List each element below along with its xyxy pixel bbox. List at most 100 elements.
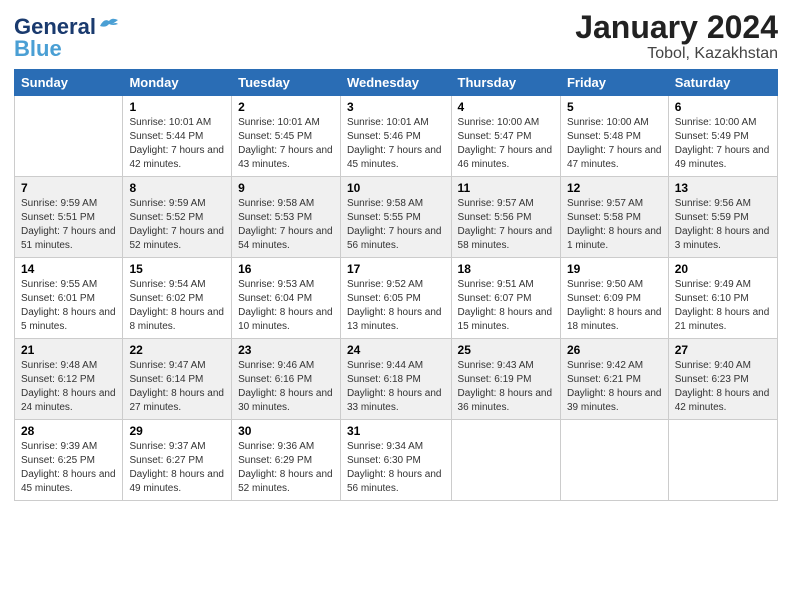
cell-w5-d4: 31 Sunrise: 9:34 AMSunset: 6:30 PMDayligh…: [340, 420, 451, 501]
cell-w2-d5: 11Sunrise: 9:57 AMSunset: 5:56 PMDayligh…: [451, 177, 560, 258]
cell-w3-d2: 15 Sunrise: 9:54 AMSunset: 6:02 PMDayligh…: [123, 258, 232, 339]
cell-w4-d3: 23 Sunrise: 9:46 AMSunset: 6:16 PMDayligh…: [232, 339, 341, 420]
day-number: 30: [238, 424, 334, 438]
cell-w3-d3: 16Sunrise: 9:53 AMSunset: 6:04 PMDayligh…: [232, 258, 341, 339]
day-info: Sunrise: 9:36 AMSunset: 6:29 PMDaylight:…: [238, 440, 334, 496]
day-info: Sunrise: 10:01 AMSunset: 5:45 PMDaylight…: [238, 116, 334, 172]
header-saturday: Saturday: [668, 70, 777, 96]
day-number: 8: [129, 181, 225, 195]
day-number: 11: [458, 181, 554, 195]
day-number: 29: [129, 424, 225, 438]
day-info: Sunrise: 9:54 AMSunset: 6:02 PMDaylight:…: [129, 278, 225, 334]
week-row-4: 21 Sunrise: 9:48 AMSunset: 6:12 PMDayligh…: [15, 339, 778, 420]
cell-w3-d4: 17 Sunrise: 9:52 AMSunset: 6:05 PMDayligh…: [340, 258, 451, 339]
cell-w1-d3: 2Sunrise: 10:01 AMSunset: 5:45 PMDayligh…: [232, 96, 341, 177]
day-number: 10: [347, 181, 445, 195]
day-info: Sunrise: 9:43 AMSunset: 6:19 PMDaylight:…: [458, 359, 554, 415]
calendar-title: January 2024: [575, 10, 778, 45]
cell-w2-d6: 12Sunrise: 9:57 AMSunset: 5:58 PMDayligh…: [560, 177, 668, 258]
day-info: Sunrise: 9:49 AMSunset: 6:10 PMDaylight:…: [675, 278, 771, 334]
day-info: Sunrise: 9:58 AMSunset: 5:53 PMDaylight:…: [238, 197, 334, 253]
day-info: Sunrise: 9:58 AMSunset: 5:55 PMDaylight:…: [347, 197, 445, 253]
cell-w4-d5: 25 Sunrise: 9:43 AMSunset: 6:19 PMDayligh…: [451, 339, 560, 420]
day-info: Sunrise: 10:01 AMSunset: 5:44 PMDaylight…: [129, 116, 225, 172]
cell-w5-d2: 29 Sunrise: 9:37 AMSunset: 6:27 PMDayligh…: [123, 420, 232, 501]
page-container: General Blue January 2024 Tobol, Kazakhs…: [0, 0, 792, 511]
calendar-table: Sunday Monday Tuesday Wednesday Thursday…: [14, 69, 778, 501]
day-info: Sunrise: 9:51 AMSunset: 6:07 PMDaylight:…: [458, 278, 554, 334]
cell-w1-d2: 1 Sunrise: 10:01 AMSunset: 5:44 PMDayligh…: [123, 96, 232, 177]
cell-w1-d6: 5Sunrise: 10:00 AMSunset: 5:48 PMDayligh…: [560, 96, 668, 177]
day-info: Sunrise: 9:37 AMSunset: 6:27 PMDaylight:…: [129, 440, 225, 496]
day-number: 3: [347, 100, 445, 114]
cell-w1-d7: 6Sunrise: 10:00 AMSunset: 5:49 PMDayligh…: [668, 96, 777, 177]
header-sunday: Sunday: [15, 70, 123, 96]
day-number: 13: [675, 181, 771, 195]
cell-w5-d6: [560, 420, 668, 501]
day-number: 23: [238, 343, 334, 357]
cell-w2-d3: 9 Sunrise: 9:58 AMSunset: 5:53 PMDaylight…: [232, 177, 341, 258]
day-info: Sunrise: 9:55 AMSunset: 6:01 PMDaylight:…: [21, 278, 116, 334]
day-info: Sunrise: 9:59 AMSunset: 5:51 PMDaylight:…: [21, 197, 116, 253]
day-number: 24: [347, 343, 445, 357]
cell-w4-d1: 21 Sunrise: 9:48 AMSunset: 6:12 PMDayligh…: [15, 339, 123, 420]
cell-w5-d5: [451, 420, 560, 501]
cell-w2-d2: 8 Sunrise: 9:59 AMSunset: 5:52 PMDaylight…: [123, 177, 232, 258]
day-info: Sunrise: 9:56 AMSunset: 5:59 PMDaylight:…: [675, 197, 771, 253]
day-info: Sunrise: 9:48 AMSunset: 6:12 PMDaylight:…: [21, 359, 116, 415]
logo: General Blue: [14, 10, 120, 62]
header-thursday: Thursday: [451, 70, 560, 96]
day-number: 21: [21, 343, 116, 357]
day-info: Sunrise: 9:53 AMSunset: 6:04 PMDaylight:…: [238, 278, 334, 334]
day-number: 31: [347, 424, 445, 438]
cell-w5-d3: 30 Sunrise: 9:36 AMSunset: 6:29 PMDayligh…: [232, 420, 341, 501]
cell-w4-d4: 24Sunrise: 9:44 AMSunset: 6:18 PMDayligh…: [340, 339, 451, 420]
day-number: 27: [675, 343, 771, 357]
header-friday: Friday: [560, 70, 668, 96]
cell-w5-d7: [668, 420, 777, 501]
header-tuesday: Tuesday: [232, 70, 341, 96]
day-info: Sunrise: 10:01 AMSunset: 5:46 PMDaylight…: [347, 116, 445, 172]
cell-w2-d1: 7Sunrise: 9:59 AMSunset: 5:51 PMDaylight…: [15, 177, 123, 258]
week-row-2: 7Sunrise: 9:59 AMSunset: 5:51 PMDaylight…: [15, 177, 778, 258]
day-number: 22: [129, 343, 225, 357]
cell-w2-d7: 13 Sunrise: 9:56 AMSunset: 5:59 PMDayligh…: [668, 177, 777, 258]
day-number: 18: [458, 262, 554, 276]
calendar-subtitle: Tobol, Kazakhstan: [575, 45, 778, 63]
day-info: Sunrise: 9:52 AMSunset: 6:05 PMDaylight:…: [347, 278, 445, 334]
day-number: 5: [567, 100, 662, 114]
day-number: 12: [567, 181, 662, 195]
cell-w4-d7: 27 Sunrise: 9:40 AMSunset: 6:23 PMDayligh…: [668, 339, 777, 420]
day-number: 9: [238, 181, 334, 195]
cell-w1-d5: 4 Sunrise: 10:00 AMSunset: 5:47 PMDayligh…: [451, 96, 560, 177]
cell-w4-d2: 22Sunrise: 9:47 AMSunset: 6:14 PMDayligh…: [123, 339, 232, 420]
cell-w1-d4: 3 Sunrise: 10:01 AMSunset: 5:46 PMDayligh…: [340, 96, 451, 177]
week-row-5: 28Sunrise: 9:39 AMSunset: 6:25 PMDayligh…: [15, 420, 778, 501]
cell-w1-d1: [15, 96, 123, 177]
days-header-row: Sunday Monday Tuesday Wednesday Thursday…: [15, 70, 778, 96]
day-info: Sunrise: 9:46 AMSunset: 6:16 PMDaylight:…: [238, 359, 334, 415]
day-number: 4: [458, 100, 554, 114]
day-number: 20: [675, 262, 771, 276]
day-info: Sunrise: 10:00 AMSunset: 5:49 PMDaylight…: [675, 116, 771, 172]
cell-w3-d7: 20 Sunrise: 9:49 AMSunset: 6:10 PMDayligh…: [668, 258, 777, 339]
logo-blue: Blue: [14, 36, 62, 62]
cell-w3-d5: 18 Sunrise: 9:51 AMSunset: 6:07 PMDayligh…: [451, 258, 560, 339]
logo-bird-icon: [98, 16, 120, 34]
day-number: 19: [567, 262, 662, 276]
cell-w5-d1: 28Sunrise: 9:39 AMSunset: 6:25 PMDayligh…: [15, 420, 123, 501]
day-number: 28: [21, 424, 116, 438]
day-number: 25: [458, 343, 554, 357]
cell-w2-d4: 10 Sunrise: 9:58 AMSunset: 5:55 PMDayligh…: [340, 177, 451, 258]
day-number: 1: [129, 100, 225, 114]
day-number: 15: [129, 262, 225, 276]
day-info: Sunrise: 10:00 AMSunset: 5:47 PMDaylight…: [458, 116, 554, 172]
day-info: Sunrise: 9:34 AMSunset: 6:30 PMDaylight:…: [347, 440, 445, 496]
day-info: Sunrise: 9:50 AMSunset: 6:09 PMDaylight:…: [567, 278, 662, 334]
cell-w3-d1: 14Sunrise: 9:55 AMSunset: 6:01 PMDayligh…: [15, 258, 123, 339]
day-info: Sunrise: 9:40 AMSunset: 6:23 PMDaylight:…: [675, 359, 771, 415]
week-row-1: 1 Sunrise: 10:01 AMSunset: 5:44 PMDayligh…: [15, 96, 778, 177]
day-info: Sunrise: 9:59 AMSunset: 5:52 PMDaylight:…: [129, 197, 225, 253]
day-number: 17: [347, 262, 445, 276]
cell-w3-d6: 19 Sunrise: 9:50 AMSunset: 6:09 PMDayligh…: [560, 258, 668, 339]
